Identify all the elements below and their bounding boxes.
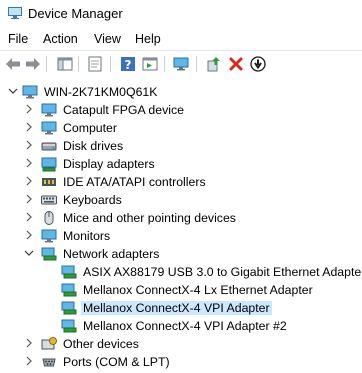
monitor-icon xyxy=(41,103,57,117)
tree-item-mice[interactable]: Mice and other pointing devices xyxy=(0,209,340,227)
menu-help[interactable]: Help xyxy=(135,32,161,46)
tree-root-label: WIN-2K71KM0Q61K xyxy=(44,85,158,99)
help-icon[interactable]: ? xyxy=(119,55,137,73)
svg-text:?: ? xyxy=(125,58,132,72)
tree-item-ide-controllers[interactable]: IDE ATA/ATAPI controllers xyxy=(0,173,340,191)
title-bar: Device Manager xyxy=(0,0,362,28)
tree-item-ports[interactable]: Ports (COM & LPT) xyxy=(0,353,340,371)
collapse-chevron-icon[interactable] xyxy=(24,248,34,258)
menu-file[interactable]: File xyxy=(8,32,28,46)
expand-chevron-icon[interactable] xyxy=(24,176,34,186)
action-pane-icon[interactable] xyxy=(141,55,159,73)
disk-drive-icon xyxy=(41,142,57,151)
tree-item-label: Display adapters xyxy=(63,157,155,171)
tree-item-label: Monitors xyxy=(63,229,111,243)
menu-action[interactable]: Action xyxy=(43,32,78,46)
monitor-icon xyxy=(41,229,57,243)
toolbar-separator xyxy=(78,56,79,72)
toolbar-separator xyxy=(110,56,111,72)
network-adapter-icon xyxy=(61,265,77,279)
ide-controller-icon xyxy=(42,178,56,186)
tree-root[interactable]: WIN-2K71KM0Q61K xyxy=(0,83,340,101)
menu-bar: File Action View Help xyxy=(0,28,362,50)
device-manager-icon xyxy=(8,7,22,19)
tree-item-mellanox-vpi-adapter[interactable]: Mellanox ConnectX-4 VPI Adapter xyxy=(0,299,340,317)
tree-item-label: Disk drives xyxy=(63,139,124,153)
device-tree: WIN-2K71KM0Q61K Catapult FPGA device Com… xyxy=(0,77,362,373)
tree-item-network-adapters[interactable]: Network adapters xyxy=(0,245,340,263)
expand-chevron-icon[interactable] xyxy=(24,158,34,168)
network-adapter-icon xyxy=(61,319,77,333)
tree-item-label: ASIX AX88179 USB 3.0 to Gigabit Ethernet… xyxy=(83,265,362,279)
network-adapter-icon xyxy=(61,301,77,315)
port-icon xyxy=(42,358,56,367)
toolbar-separator xyxy=(164,56,165,72)
expand-chevron-icon[interactable] xyxy=(24,194,34,204)
tree-item-label: Network adapters xyxy=(63,247,160,261)
tree-item-label: Mellanox ConnectX-4 Lx Ethernet Adapter xyxy=(83,283,313,297)
toolbar-separator xyxy=(196,56,197,72)
other-device-icon xyxy=(41,337,57,350)
tree-item-mellanox-vpi-adapter-2[interactable]: Mellanox ConnectX-4 VPI Adapter #2 xyxy=(0,317,340,335)
expand-chevron-icon[interactable] xyxy=(24,122,34,132)
tree-item-label: Mellanox ConnectX-4 VPI Adapter xyxy=(81,301,272,315)
toolbar: ? xyxy=(0,50,362,78)
tree-item-display-adapters[interactable]: Display adapters xyxy=(0,155,340,173)
computer-icon xyxy=(22,85,38,99)
tree-item-label: Mice and other pointing devices xyxy=(63,211,236,225)
show-hide-tree-icon[interactable] xyxy=(56,55,74,73)
toolbar-separator xyxy=(46,56,47,72)
computer-icon xyxy=(41,121,57,135)
tree-item-computer[interactable]: Computer xyxy=(0,119,340,137)
tree-item-keyboards[interactable]: Keyboards xyxy=(0,191,340,209)
expand-chevron-icon[interactable] xyxy=(24,338,34,348)
collapse-chevron-icon[interactable] xyxy=(8,86,18,96)
tree-item-label: Catapult FPGA device xyxy=(63,103,184,117)
menu-view[interactable]: View xyxy=(94,32,121,46)
display-adapter-icon xyxy=(41,157,57,172)
forward-arrow-icon[interactable] xyxy=(24,55,42,73)
display-computer-icon[interactable] xyxy=(172,55,190,73)
disable-device-icon[interactable] xyxy=(249,55,267,73)
network-adapter-icon xyxy=(41,247,57,261)
tree-item-label: Other devices xyxy=(63,337,139,351)
tree-item-label: Computer xyxy=(63,121,117,135)
tree-item-label: IDE ATA/ATAPI controllers xyxy=(63,175,206,189)
network-adapter-icon xyxy=(61,283,77,297)
tree-item-catapult-fpga[interactable]: Catapult FPGA device xyxy=(0,101,340,119)
tree-item-label: Mellanox ConnectX-4 VPI Adapter #2 xyxy=(83,319,287,333)
expand-chevron-icon[interactable] xyxy=(24,104,34,114)
keyboard-icon xyxy=(41,195,57,205)
tree-item-monitors[interactable]: Monitors xyxy=(0,227,340,245)
tree-item-label: Keyboards xyxy=(63,193,122,207)
tree-item-disk-drives[interactable]: Disk drives xyxy=(0,137,340,155)
tree-item-other-devices[interactable]: Other devices xyxy=(0,335,340,353)
tree-item-mellanox-lx-adapter[interactable]: Mellanox ConnectX-4 Lx Ethernet Adapter xyxy=(0,281,340,299)
expand-chevron-icon[interactable] xyxy=(24,212,34,222)
mouse-icon xyxy=(44,211,54,225)
back-arrow-icon[interactable] xyxy=(4,55,22,73)
expand-chevron-icon[interactable] xyxy=(24,140,34,150)
tree-item-asix-adapter[interactable]: ASIX AX88179 USB 3.0 to Gigabit Ethernet… xyxy=(0,263,362,281)
update-driver-icon[interactable] xyxy=(205,55,223,73)
expand-chevron-icon[interactable] xyxy=(24,356,34,366)
uninstall-device-icon[interactable] xyxy=(227,55,245,73)
tree-item-label: Ports (COM & LPT) xyxy=(63,355,170,369)
window-title: Device Manager xyxy=(28,6,123,21)
properties-icon[interactable] xyxy=(86,55,104,73)
expand-chevron-icon[interactable] xyxy=(24,230,34,240)
